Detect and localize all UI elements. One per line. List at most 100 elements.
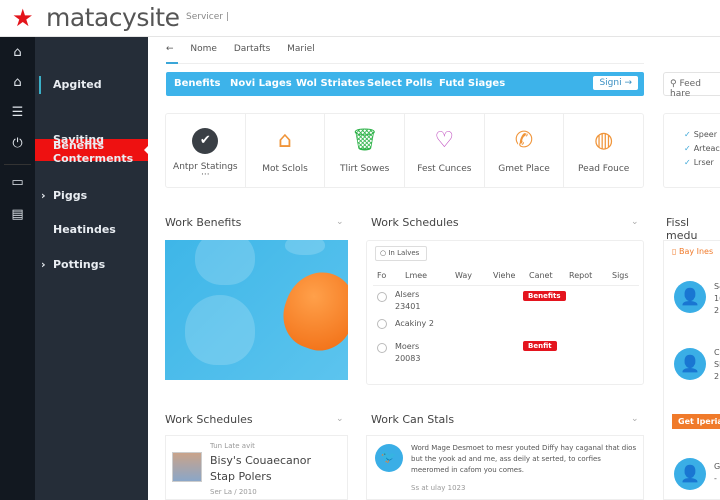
column-header[interactable]: Lmee: [405, 271, 427, 280]
check-item: ✓ Arteac: [684, 144, 720, 153]
power-icon[interactable]: ⏻: [0, 136, 35, 151]
sidebar-item-piggs[interactable]: Piggs: [53, 189, 87, 202]
search-input[interactable]: ⚲ Feed hare: [663, 72, 720, 99]
building-icon[interactable]: ▤: [0, 207, 35, 222]
icon-bar: ⌂ ⌂ ☰ ⏻ ▭ ▤: [0, 37, 35, 500]
table-search-input[interactable]: ○ In Lalves: [375, 246, 427, 261]
avatar[interactable]: 👤: [674, 348, 706, 380]
section-title: Work Benefits: [165, 216, 242, 229]
tab-bar: Benefits Novi Lages Wol Striates Select …: [166, 72, 644, 96]
column-header[interactable]: Sigs: [612, 271, 629, 280]
sidebar: Apgited Benefits Saviting Conterments › …: [35, 37, 149, 500]
chat-icon[interactable]: ▭: [0, 175, 35, 190]
tab-wol-striates[interactable]: Wol Striates: [296, 78, 365, 89]
section-title: Work Schedules: [371, 216, 459, 229]
work-schedules-table: ○ In Lalves Fo Lmee Way Viehe Canet Repo…: [366, 240, 644, 385]
check-icon: ✓: [684, 130, 691, 139]
chevron-right-icon: ›: [41, 189, 46, 202]
breadcrumb: ← Nome Dartafts Mariel: [166, 44, 329, 54]
sidebar-item-heatindes[interactable]: Heatindes: [53, 223, 116, 236]
row-radio[interactable]: [377, 319, 387, 329]
card-icon: ◍: [594, 128, 614, 153]
profile-photo: [172, 452, 202, 482]
check-icon: ✓: [684, 144, 691, 153]
row-radio[interactable]: [377, 343, 387, 353]
section-title: Fissl medu: [666, 216, 698, 242]
top-header: ★ matacysite Servicer |: [0, 0, 720, 37]
sign-button[interactable]: Signi →: [593, 76, 638, 90]
schedule-card[interactable]: Tun Late avit Bisy's Couaecanor Stap Pole…: [165, 435, 348, 500]
divider: [4, 164, 31, 165]
post-card[interactable]: 🐦 Word Mage Desmoet to mesr youted Diffy…: [366, 435, 644, 500]
sidebar-item-saviting[interactable]: Saviting: [53, 133, 104, 146]
card-more[interactable]: ···: [166, 171, 245, 180]
twitter-icon: 🐦: [375, 444, 403, 472]
avatar[interactable]: 👤: [674, 281, 706, 313]
status-badge: Benefits: [523, 291, 566, 301]
caret-icon: [144, 145, 149, 155]
logo-star-icon: ★: [12, 4, 34, 32]
quick-card[interactable]: ✔ Antpr Statings ···: [166, 114, 246, 187]
check-item: ✓ Speer: [684, 130, 717, 139]
table-row[interactable]: Acakiny 2: [395, 319, 434, 328]
tab-benefits[interactable]: Benefits: [174, 78, 220, 89]
check-item: ✓ Lrser: [684, 158, 714, 167]
chevron-down-icon[interactable]: ⌄: [336, 217, 344, 227]
quick-card[interactable]: ⌂ Mot Sclols: [246, 114, 326, 187]
chevron-down-icon[interactable]: ⌄: [631, 414, 639, 424]
chevron-down-icon[interactable]: ⌄: [336, 414, 344, 424]
right-panel: ▯ Bay Ines 👤 S4162: 👤 ClSl2: Get Iperiat…: [663, 240, 720, 500]
logo[interactable]: matacysite: [46, 3, 180, 32]
sidebar-item-pottings[interactable]: Pottings: [53, 258, 105, 271]
column-header[interactable]: Repot: [569, 271, 592, 280]
card-icon: 🗑: [350, 128, 379, 153]
sidebar-item-apgited[interactable]: Apgited: [53, 78, 102, 91]
card-icon: ⌂: [278, 128, 292, 153]
card-icon: ✔: [192, 128, 219, 154]
list-icon[interactable]: ☰: [0, 105, 35, 120]
section-title: Work Schedules: [165, 413, 253, 426]
sidebar-item-conterments[interactable]: Conterments: [53, 152, 133, 165]
breadcrumb-item[interactable]: Dartafts: [234, 44, 270, 54]
section-title: Work Can Stals: [371, 413, 455, 426]
benefits-image: [165, 240, 348, 380]
breadcrumb-item[interactable]: Nome: [190, 44, 217, 54]
tab-select-polls[interactable]: Select Polls: [367, 78, 432, 89]
quick-card[interactable]: ◍ Pead Fouce: [564, 114, 643, 187]
quick-card[interactable]: ✆ Gmet Place: [485, 114, 565, 187]
chevron-down-icon[interactable]: ⌄: [631, 217, 639, 227]
column-header[interactable]: Canet: [529, 271, 553, 280]
card-label: Mot Sclols: [262, 164, 308, 174]
clipboard-icon: ▯: [672, 247, 679, 256]
back-arrow-icon[interactable]: ←: [166, 44, 174, 54]
table-row[interactable]: Moers 20083: [395, 341, 420, 365]
card-label: Fest Cunces: [417, 164, 472, 174]
quick-card[interactable]: ♡ Fest Cunces: [405, 114, 485, 187]
card-icon: ♡: [434, 128, 455, 153]
get-button[interactable]: Get Iperiat: [672, 414, 720, 429]
breadcrumb-item[interactable]: Mariel: [287, 44, 315, 54]
breadcrumb-underline: [166, 62, 178, 64]
divider: [178, 63, 644, 64]
status-badge: Benfit: [523, 341, 557, 351]
active-indicator: [39, 76, 41, 94]
tab-futd-siages[interactable]: Futd Siages: [439, 78, 505, 89]
panel-link[interactable]: ▯ Bay Ines: [672, 247, 713, 256]
checklist: ✓ Speer ✓ Arteac ✓ Lrser: [663, 113, 720, 188]
tab-novi-lages[interactable]: Novi Lages: [230, 78, 292, 89]
header-subtitle: Servicer |: [186, 12, 229, 22]
home-icon[interactable]: ⌂: [0, 75, 35, 90]
card-icon: ✆: [514, 128, 534, 153]
check-icon: ✓: [684, 158, 691, 167]
quick-cards: ✔ Antpr Statings ··· ⌂ Mot Sclols 🗑 Tlirt Sowe…: [165, 113, 644, 188]
quick-card[interactable]: 🗑 Tlirt Sowes: [325, 114, 406, 187]
row-radio[interactable]: [377, 292, 387, 302]
column-header[interactable]: Way: [455, 271, 472, 280]
chevron-right-icon: ›: [41, 258, 46, 271]
table-row[interactable]: Alsers 23401: [395, 289, 420, 313]
column-header[interactable]: Viehe: [493, 271, 515, 280]
card-label: Pead Fouce: [578, 164, 630, 174]
avatar[interactable]: 👤: [674, 458, 706, 490]
column-header[interactable]: Fo: [377, 271, 386, 280]
home-filled-icon[interactable]: ⌂: [0, 45, 35, 60]
